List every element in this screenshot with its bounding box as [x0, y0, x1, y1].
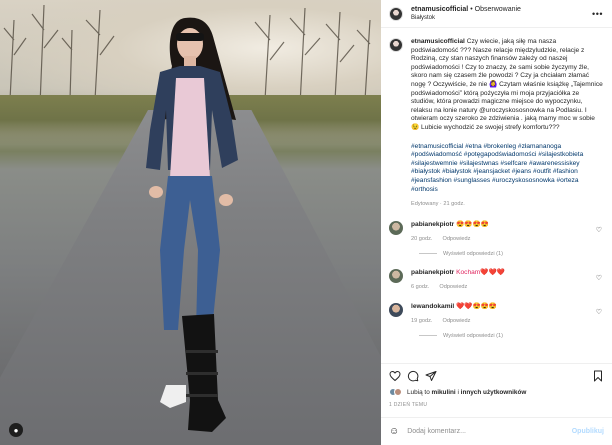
post-caption: etnamusicofficial Czy wiecie, jaką siłę … — [389, 38, 604, 209]
comment-input[interactable]: Dodaj komentarz... — [407, 428, 572, 435]
post-actions: Lubią to mikulini i innych użytkowników … — [381, 363, 612, 408]
comment-username[interactable]: pabianekpiotr — [411, 269, 454, 276]
post-age[interactable]: 1 DZIEŃ TEMU — [389, 402, 604, 408]
comment-item: pabianekpiotr Kocham❤️❤️❤️ 6 godz. Odpowi… — [389, 268, 604, 291]
comment-username[interactable]: pabianekpiotr — [411, 221, 454, 228]
comment-time[interactable]: 19 godz. — [411, 318, 432, 324]
comment-like-icon[interactable]: ♡ — [596, 274, 602, 282]
user-tag-icon[interactable]: ● — [9, 423, 23, 437]
comments-list[interactable]: etnamusicofficial Czy wiecie, jaką siłę … — [381, 29, 612, 363]
comment-like-icon[interactable]: ♡ — [596, 226, 602, 234]
likes-and: i — [457, 388, 459, 396]
follow-button[interactable]: Obserwowanie — [475, 6, 521, 13]
comment-avatar[interactable] — [389, 268, 403, 283]
reply-button[interactable]: Odpowiedz — [439, 284, 467, 290]
heart-icon[interactable] — [389, 370, 401, 382]
post-header: etnamusicofficial • Obserwowanie Białystok… — [381, 0, 612, 28]
caption-username[interactable]: etnamusicofficial — [411, 38, 465, 45]
view-replies-label[interactable]: Wyświetl odpowiedzi (1) — [443, 251, 503, 257]
caption-hashtags[interactable]: #etnamusicofficial #etna #brokenleg #zła… — [411, 143, 604, 195]
comment-avatar[interactable] — [389, 220, 403, 235]
comment-text: 😍😍😍😍 — [456, 220, 489, 228]
add-comment-bar: ☺ Dodaj komentarz... Opublikuj — [381, 417, 612, 445]
comment-text: Kocham❤️❤️❤️ — [456, 268, 505, 276]
likes-others[interactable]: innych użytkowników — [461, 389, 527, 396]
comment-time[interactable]: 6 godz. — [411, 284, 429, 290]
more-icon[interactable]: ••• — [592, 9, 603, 19]
post-panel: etnamusicofficial • Obserwowanie Białystok… — [381, 0, 612, 445]
author-username[interactable]: etnamusicofficial — [411, 6, 468, 13]
post-photo[interactable]: ● — [0, 0, 381, 445]
comment-like-icon[interactable]: ♡ — [596, 308, 602, 316]
liker-avatar[interactable] — [394, 388, 402, 396]
view-replies-label[interactable]: Wyświetl odpowiedzi (1) — [443, 333, 503, 339]
bookmark-icon[interactable] — [592, 370, 604, 382]
comment-text: ❤️❤️😍😍😍 — [456, 302, 498, 310]
view-replies[interactable]: Wyświetl odpowiedzi (1) — [419, 333, 604, 339]
photo-person — [146, 17, 238, 432]
replies-line — [419, 253, 437, 255]
dot-separator: • — [470, 5, 473, 13]
likes-prefix: Lubią to — [407, 388, 430, 396]
comment-item: lewandokamil ❤️❤️😍😍😍 19 godz. Odpowiedz ♡ — [389, 302, 604, 325]
reply-button[interactable]: Odpowiedz — [442, 236, 470, 242]
author-avatar[interactable] — [389, 6, 403, 21]
comment-item: pabianekpiotr 😍😍😍😍 20 godz. Odpowiedz ♡ — [389, 220, 604, 243]
likes-user[interactable]: mikulini — [432, 389, 456, 396]
publish-button[interactable]: Opublikuj — [572, 428, 604, 435]
comment-time[interactable]: 20 godz. — [411, 236, 432, 242]
replies-line — [419, 335, 437, 337]
caption-text: Czy wiecie, jaką siłę ma nasza podświado… — [411, 38, 603, 131]
comment-icon[interactable] — [407, 370, 419, 382]
likes-summary: Lubią to mikulini i innych użytkowników — [389, 388, 604, 396]
comment-username[interactable]: lewandokamil — [411, 303, 454, 310]
caption-meta: Edytowany · 21 godz. — [411, 201, 465, 208]
post-location[interactable]: Białystok — [411, 14, 521, 23]
reply-button[interactable]: Odpowiedz — [442, 318, 470, 324]
view-replies[interactable]: Wyświetl odpowiedzi (1) — [419, 251, 604, 257]
comment-avatar[interactable] — [389, 302, 403, 317]
caption-avatar[interactable] — [389, 38, 403, 52]
smile-icon[interactable]: ☺ — [389, 426, 399, 437]
share-icon[interactable] — [425, 370, 437, 382]
